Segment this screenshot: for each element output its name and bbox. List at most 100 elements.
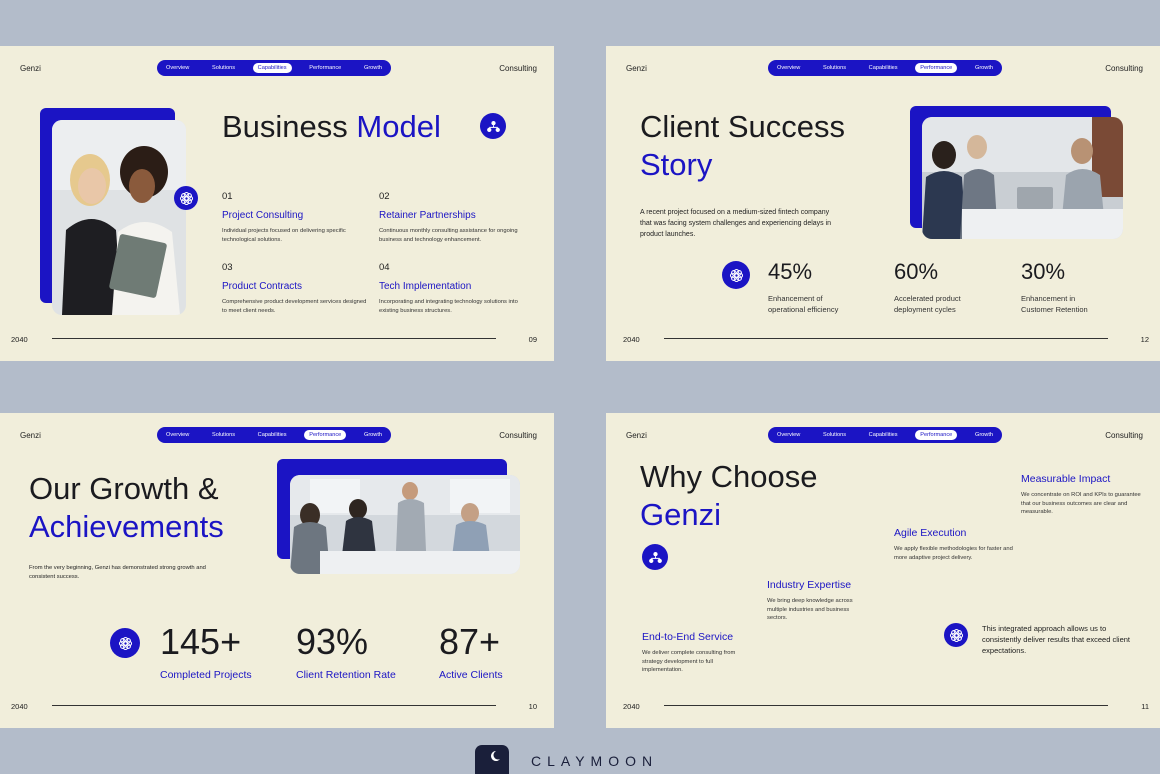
title-accent: Genzi [640,497,721,532]
nav-tab-capabilities[interactable]: Capabilities [864,63,903,73]
slide-title: Business Model [222,108,441,146]
section-label: Consulting [1105,431,1143,440]
footer-year: 2040 [623,335,640,344]
nav-tab-solutions[interactable]: Solutions [207,430,240,440]
stat-value: 93% [296,621,369,662]
brand-label: Genzi [626,431,647,440]
footer-year: 2040 [11,702,28,711]
slide-nav: Overview Solutions Capabilities Performa… [157,60,391,76]
slide-business-model: Genzi Overview Solutions Capabilities Pe… [0,46,554,361]
network-icon [642,544,668,570]
nav-tab-solutions[interactable]: Solutions [818,430,851,440]
item-description: Comprehensive product development servic… [222,299,367,314]
logo-wordmark: CLAYMOON [531,753,659,769]
nav-tab-performance[interactable]: Performance [915,430,958,440]
nav-tab-growth[interactable]: Growth [970,430,998,440]
stat-value: 145+ [160,621,242,662]
footer-divider [52,338,496,339]
nav-tab-capabilities[interactable]: Capabilities [252,63,292,73]
slide-title: Our Growth & Achievements [29,470,224,546]
stat-caption: Accelerated product deployment cycles [894,294,961,314]
title-dark: Why Choose [640,459,818,494]
network-icon [480,113,506,139]
footer-divider [664,705,1108,706]
logo-mark [475,745,509,774]
item-number: 01 [222,191,233,202]
flower-icon [110,628,140,658]
feature-title: Agile Execution [894,527,967,539]
nav-tab-overview[interactable]: Overview [161,430,194,440]
feature-description: We concentrate on ROI and KPIs to guaran… [1021,492,1141,515]
flower-icon [174,186,198,210]
page-number: 09 [528,335,537,344]
closing-statement: This integrated approach allows us to co… [982,624,1130,655]
meeting-photo [922,117,1123,239]
title-accent: Story [640,147,713,182]
stat-value: 45% [768,259,813,284]
item-title: Retainer Partnerships [379,210,476,221]
item-number: 02 [379,191,390,202]
slide-title: Client Success Story [640,108,845,184]
stat-value: 30% [1021,259,1066,284]
footer-divider [664,338,1108,339]
stat-label: Client Retention Rate [296,669,396,681]
section-label: Consulting [499,64,537,73]
feature-title: Industry Expertise [767,579,852,591]
slide-growth-achievements: Genzi Overview Solutions Capabilities Pe… [0,413,554,728]
stat-label: Completed Projects [160,669,252,681]
nav-tab-growth[interactable]: Growth [359,63,387,73]
slide-why-choose: Genzi Overview Solutions Capabilities Pe… [606,413,1160,728]
section-label: Consulting [499,431,537,440]
feature-description: We apply flexible methodologies for fast… [894,546,1013,561]
brand-label: Genzi [20,64,41,73]
footer-divider [52,705,496,706]
nav-tab-overview[interactable]: Overview [772,430,805,440]
slide-title: Why Choose Genzi [640,458,817,534]
nav-tab-growth[interactable]: Growth [970,63,998,73]
item-title: Product Contracts [222,281,303,292]
feature-description: We deliver complete consulting from stra… [642,650,736,673]
slide-nav: Overview Solutions Capabilities Performa… [768,427,1002,443]
stat-label: Active Clients [439,669,503,681]
team-photo [52,120,186,315]
nav-tab-performance[interactable]: Performance [304,63,346,73]
nav-tab-capabilities[interactable]: Capabilities [253,430,292,440]
case-description: A recent project focused on a medium-siz… [640,209,832,238]
stat-caption: Enhancement in Customer Retention [1021,294,1088,314]
item-description: Individual projects focused on deliverin… [222,228,346,243]
nav-tab-growth[interactable]: Growth [359,430,387,440]
page-number: 12 [1140,335,1149,344]
item-description: Incorporating and integrating technology… [379,299,518,314]
brand-label: Genzi [626,64,647,73]
nav-tab-solutions[interactable]: Solutions [818,63,851,73]
nav-tab-performance[interactable]: Performance [915,63,958,73]
nav-tab-overview[interactable]: Overview [772,63,805,73]
footer-year: 2040 [623,702,640,711]
flower-icon [722,261,750,289]
item-number: 04 [379,262,390,273]
nav-tab-capabilities[interactable]: Capabilities [864,430,903,440]
section-label: Consulting [1105,64,1143,73]
title-accent: Achievements [29,509,224,544]
item-title: Project Consulting [222,210,304,221]
title-dark: Our Growth & [29,471,219,506]
nav-tab-solutions[interactable]: Solutions [207,63,240,73]
nav-tab-performance[interactable]: Performance [304,430,347,440]
brand-label: Genzi [20,431,41,440]
page-number: 10 [528,702,537,711]
page-number: 11 [1141,702,1149,711]
feature-description: We bring deep knowledge across multiple … [767,598,853,621]
slide-nav: Overview Solutions Capabilities Performa… [157,427,391,443]
slide-nav: Overview Solutions Capabilities Performa… [768,60,1002,76]
stat-value: 87+ [439,621,501,662]
nav-tab-overview[interactable]: Overview [161,63,194,73]
stat-value: 60% [894,259,939,284]
title-dark: Client Success [640,109,846,144]
item-description: Continuous monthly consulting assistance… [379,228,518,243]
title-dark: Business [222,109,348,144]
title-accent: Model [356,109,441,144]
feature-title: End-to-End Service [642,631,734,643]
footer-year: 2040 [11,335,28,344]
item-title: Tech Implementation [379,281,472,292]
boardroom-photo [290,475,520,574]
